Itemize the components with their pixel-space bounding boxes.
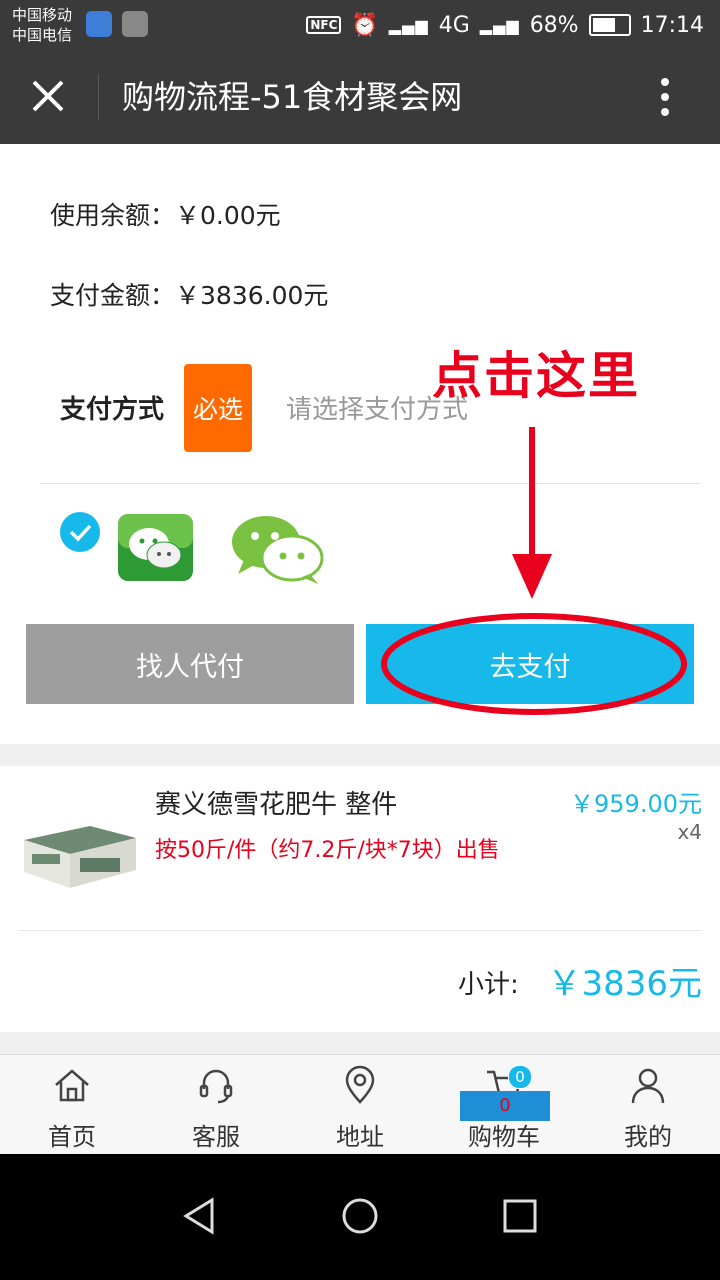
location-pin-icon [345,1065,375,1104]
product-description: 按50斤/件（约7.2斤/块*7块）出售 [155,838,500,863]
bottom-tab-bar: 首页 客服 地址 购物车 我的 0 0 [0,1054,720,1155]
balance-row: 使用余额：￥0.00元 [50,196,281,232]
status-indicators: NFC ⏰ ▂▄▆ 4G ▂▄▆ 68% 17:14 [306,0,704,50]
annotation-text: 点击这里 [432,347,640,405]
signal-icon-2: ▂▄▆ [479,15,520,35]
balance-label: 使用余额： [50,201,176,230]
pay-amount-row: 支付金额：￥3836.00元 [50,276,328,312]
more-menu-button[interactable] [650,74,680,120]
carrier-2: 中国电信 [12,26,73,44]
recent-apps-icon[interactable] [500,1196,540,1236]
tab-profile[interactable]: 我的 [576,1055,720,1155]
close-icon [32,80,64,112]
network-type: 4G [438,12,470,38]
alarm-icon: ⏰ [351,12,379,38]
user-icon [631,1068,665,1104]
product-name[interactable]: 赛义德雪花肥牛 整件 [155,784,397,821]
more-vertical-icon [661,78,669,116]
signal-icon: ▂▄▆ [388,15,429,35]
divider [40,483,700,484]
back-icon[interactable] [180,1196,220,1236]
subtotal-label: 小计: [458,970,519,1000]
title-divider [98,74,99,120]
close-button[interactable] [28,76,68,116]
cart-count-box: 0 [460,1091,550,1121]
carrier-1: 中国移动 [12,6,73,24]
divider [18,930,702,931]
battery-percent: 68% [529,12,579,38]
headset-icon [199,1069,233,1104]
section-gap [0,744,720,766]
clock: 17:14 [640,12,704,38]
tab-home[interactable]: 首页 [0,1055,144,1155]
title-bar: 购物流程-51食材聚会网 [0,50,720,144]
home-icon [55,1069,89,1102]
checkout-content: 使用余额：￥0.00元 支付金额：￥3836.00元 支付方式 必选 请选择支付… [0,144,720,1054]
annotation-arrowhead [512,554,552,599]
status-bar: 中国移动 中国电信 NFC ⏰ ▂▄▆ 4G ▂▄▆ 68% 17:14 [0,0,720,50]
home-circle-icon[interactable] [340,1196,380,1236]
cart-badge: 0 [508,1065,532,1089]
product-quantity: x4 [677,820,702,844]
balance-value: ￥0.00元 [175,201,281,230]
required-badge: 必选 [184,364,252,452]
pay-button[interactable]: 去支付 [366,624,694,704]
system-nav-bar [0,1154,720,1280]
tab-service[interactable]: 客服 [144,1055,288,1155]
tab-address[interactable]: 地址 [288,1055,432,1155]
subtotal-value: ￥3836元 [547,964,702,1004]
tab-label: 客服 [192,1123,240,1151]
tab-label: 地址 [336,1123,384,1151]
payment-method-label: 支付方式 [60,395,165,425]
product-price: ￥959.00元 [570,790,702,818]
app-notification-icon [86,11,112,37]
friend-pay-button[interactable]: 找人代付 [26,624,354,704]
check-circle-icon[interactable] [60,512,100,552]
nfc-icon: NFC [306,16,342,34]
tab-label: 我的 [624,1123,672,1151]
tab-label: 首页 [48,1123,96,1151]
page-title: 购物流程-51食材聚会网 [122,78,463,116]
image-notification-icon [122,11,148,37]
section-gap [0,1032,720,1054]
carrier-info: 中国移动 中国电信 [12,5,72,45]
wechat-option-icon[interactable] [230,514,326,584]
product-image[interactable] [20,810,138,890]
wechat-pay-option-icon[interactable] [118,514,193,581]
battery-icon [588,14,631,36]
tab-label: 购物车 [468,1123,540,1151]
pay-amount-value: ￥3836.00元 [175,281,329,310]
pay-amount-label: 支付金额： [50,281,176,310]
